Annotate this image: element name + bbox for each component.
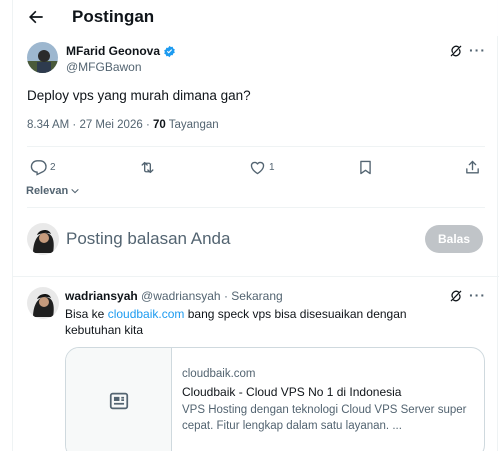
divider xyxy=(27,207,485,208)
retweet-icon xyxy=(141,161,154,173)
divider xyxy=(27,146,485,147)
views-count: 70 xyxy=(152,119,166,131)
share-icon xyxy=(466,160,479,173)
reply-link[interactable]: cloudbaik.com xyxy=(108,307,185,321)
reply-author-avatar-image xyxy=(27,287,59,319)
card-description: VPS Hosting dengan teknologi Cloud VPS S… xyxy=(182,404,467,432)
like-icon xyxy=(250,161,265,174)
page-title: Postingan xyxy=(72,7,155,26)
current-user-avatar-image xyxy=(27,223,59,255)
author-name[interactable]: MFarid Geonova xyxy=(66,44,160,58)
author-handle[interactable]: @MFGBawon xyxy=(66,60,142,74)
reply-header: wadriansyah @wadriansyah · Sekarang xyxy=(65,289,283,303)
meta-separator: · xyxy=(145,119,153,131)
section-divider xyxy=(13,276,499,277)
tweet-text: Deploy vps yang murah dimana gan? xyxy=(27,88,251,103)
reply-input[interactable]: Posting balasan Anda xyxy=(66,229,230,249)
reply-text-start: Bisa ke xyxy=(65,307,108,321)
tweet-meta: 8.34 AM · 27 Mei 2026 · 70 Tayangan xyxy=(27,119,219,131)
link-preview-card[interactable]: cloudbaik.com Cloudbaik - Cloud VPS No 1… xyxy=(65,347,485,451)
bookmark-icon xyxy=(360,160,371,174)
back-arrow-icon[interactable] xyxy=(26,7,46,27)
post-detail-panel: Postingan MFarid Geonova @MFGBawon ··· D… xyxy=(12,0,499,451)
current-user-avatar[interactable] xyxy=(27,223,59,255)
article-icon xyxy=(109,392,129,410)
reply-author-handle[interactable]: @wadriansyah xyxy=(141,289,221,303)
card-title: Cloudbaik - Cloud VPS No 1 di Indonesia xyxy=(182,385,402,399)
grok-icon[interactable] xyxy=(449,44,463,58)
tweet-date[interactable]: 27 Mei 2026 xyxy=(79,119,142,131)
reply-author-avatar[interactable] xyxy=(27,287,59,319)
views-label: Tayangan xyxy=(168,119,219,131)
retweet-button[interactable] xyxy=(139,158,159,176)
bookmark-button[interactable] xyxy=(357,158,374,176)
more-icon[interactable]: ··· xyxy=(469,288,486,302)
reply-time[interactable]: Sekarang xyxy=(231,289,282,303)
grok-icon[interactable] xyxy=(449,289,463,303)
author-name-row[interactable]: MFarid Geonova xyxy=(66,44,176,58)
page-header: Postingan xyxy=(13,0,499,36)
reply-text: Bisa ke cloudbaik.com bang speck vps bis… xyxy=(65,306,433,338)
more-icon[interactable]: ··· xyxy=(469,43,486,57)
reply-author-name[interactable]: wadriansyah xyxy=(65,289,138,303)
author-avatar[interactable] xyxy=(27,42,58,73)
verified-badge-icon xyxy=(164,45,175,57)
reply-count: 2 xyxy=(50,161,56,173)
card-domain: cloudbaik.com xyxy=(182,368,256,380)
reply-button[interactable]: 2 xyxy=(30,158,56,176)
like-button[interactable]: 1 xyxy=(249,158,275,176)
reply-icon xyxy=(30,159,47,176)
tweet-time[interactable]: 8.34 AM xyxy=(27,119,69,131)
chevron-down-icon xyxy=(71,188,79,194)
sort-label: Relevan xyxy=(26,185,69,197)
card-thumbnail xyxy=(66,348,172,451)
author-avatar-image xyxy=(27,42,58,73)
reply-submit-button[interactable]: Balas xyxy=(425,225,483,253)
like-count: 1 xyxy=(269,161,275,173)
share-button[interactable] xyxy=(464,158,481,176)
sort-relevance-dropdown[interactable]: Relevan xyxy=(26,185,80,197)
